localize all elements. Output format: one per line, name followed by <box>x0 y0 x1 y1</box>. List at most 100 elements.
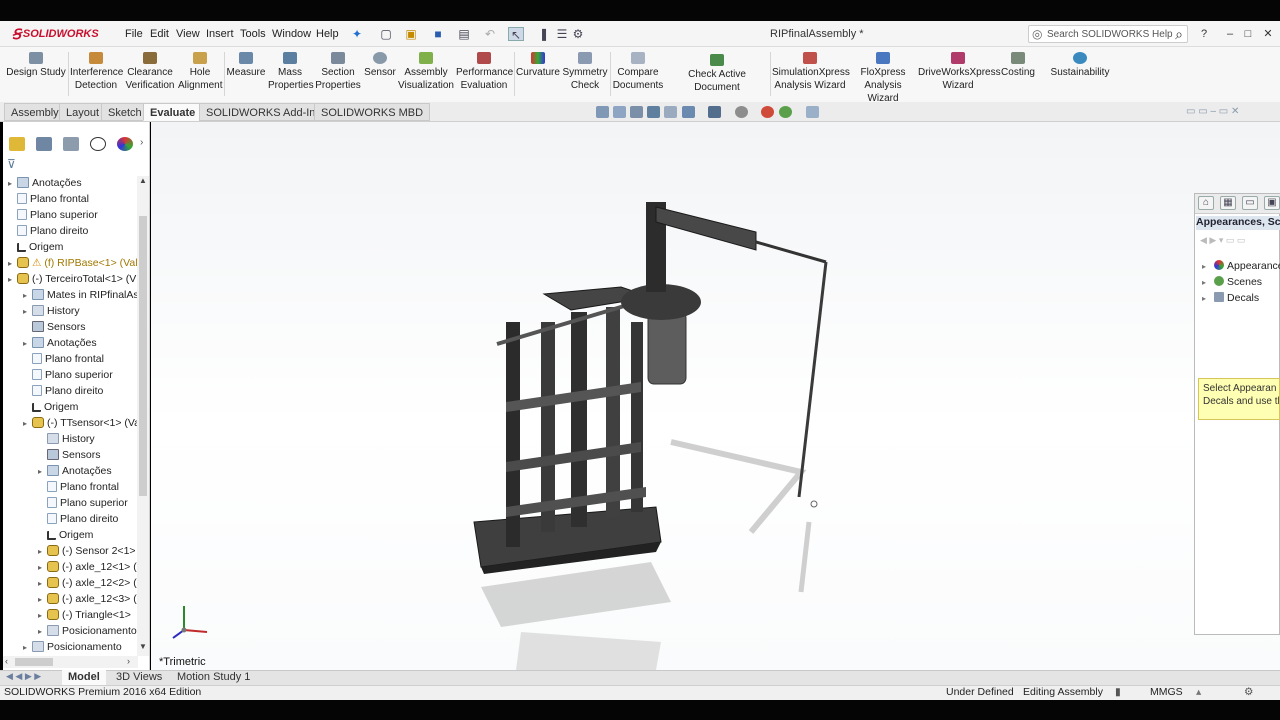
tab-sketch[interactable]: Sketch <box>101 103 149 121</box>
assembly-visualization-button[interactable]: Assembly Visualization <box>398 52 454 92</box>
tree-item[interactable]: History <box>38 431 137 447</box>
costing-button[interactable]: Costing <box>1000 52 1036 79</box>
minimize-button[interactable]: – <box>1222 27 1238 41</box>
expand-arrow-icon[interactable]: ▸ <box>38 592 47 607</box>
solidworks-logo[interactable]: Ꞩ SOLIDWORKS <box>12 24 108 44</box>
expand-arrow-icon[interactable]: ▸ <box>23 336 32 351</box>
menu-view[interactable]: View <box>176 28 200 40</box>
sensor-button[interactable]: Sensor <box>364 52 396 79</box>
menu-edit[interactable]: Edit <box>150 28 169 40</box>
performance-evaluation-button[interactable]: Performance Evaluation <box>456 52 513 92</box>
property-manager-tab-icon[interactable] <box>36 137 52 151</box>
menu-file[interactable]: File <box>125 28 143 40</box>
display-manager-tab-icon[interactable] <box>117 137 133 151</box>
section-properties-button[interactable]: Section Properties <box>314 52 362 92</box>
edit-appearance-icon[interactable] <box>761 106 774 118</box>
task-pane-item-decals[interactable]: ▸ Decals <box>1202 292 1259 304</box>
print-icon[interactable]: ▤ <box>456 27 472 41</box>
scroll-down-icon[interactable]: ▼ <box>139 642 147 651</box>
new-document-icon[interactable]: ▢ <box>378 27 394 41</box>
tree-item[interactable]: Plano frontal <box>8 191 137 207</box>
expand-arrow-icon[interactable]: ▸ <box>1202 294 1206 303</box>
apply-scene-icon[interactable] <box>779 106 792 118</box>
symmetry-check-button[interactable]: Symmetry Check <box>562 52 608 92</box>
tab-motion-study-1[interactable]: Motion Study 1 <box>171 670 256 685</box>
task-pane-item-scenes[interactable]: ▸ Scenes <box>1202 276 1262 288</box>
measure-button[interactable]: Measure <box>226 52 266 79</box>
tree-item[interactable]: ▸ Anotações <box>23 335 137 351</box>
expand-arrow-icon[interactable]: ▸ <box>38 624 47 639</box>
compare-documents-button[interactable]: Compare Documents <box>612 52 664 92</box>
menu-help[interactable]: Help <box>316 28 339 40</box>
tree-item[interactable]: ▸ Anotações <box>8 175 137 191</box>
tree-item[interactable]: ▸ (-) axle_12<3> ( <box>38 591 137 607</box>
feature-manager-tab-icon[interactable] <box>9 137 25 151</box>
expand-arrow-icon[interactable]: ▸ <box>1202 262 1206 271</box>
open-folder-icon[interactable]: ▣ <box>403 27 419 41</box>
expand-arrow-icon[interactable]: ▸ <box>23 640 32 655</box>
previous-view-icon[interactable] <box>630 106 643 118</box>
tree-item[interactable]: Sensors <box>23 319 137 335</box>
rebuild-icon[interactable]: ❚ <box>536 27 552 41</box>
options-gear-icon[interactable]: ⚙ <box>570 27 586 41</box>
expand-arrow-icon[interactable]: ▸ <box>38 464 47 479</box>
hole-alignment-button[interactable]: Hole Alignment <box>178 52 222 92</box>
select-arrow-icon[interactable]: ↖ <box>508 27 524 42</box>
expand-arrow-icon[interactable]: ▸ <box>23 288 32 303</box>
search-icon[interactable]: ⌕ <box>1175 26 1183 43</box>
curvature-button[interactable]: Curvature <box>516 52 560 79</box>
tab-model[interactable]: Model <box>62 670 106 685</box>
tree-item[interactable]: ▸ Anotações <box>38 463 137 479</box>
tree-item[interactable]: ▸ (-) Triangle<1> <box>38 607 137 623</box>
dynamic-annotation-icon[interactable] <box>664 106 677 118</box>
tree-vertical-scrollbar[interactable]: ▲ ▼ <box>137 176 149 656</box>
sustainability-button[interactable]: Sustainability <box>1050 52 1110 79</box>
graphics-viewport[interactable]: *Trimetric <box>151 122 1280 670</box>
mass-properties-button[interactable]: Mass Properties <box>268 52 314 92</box>
tree-item[interactable]: Plano direito <box>38 511 137 527</box>
maximize-button[interactable]: □ <box>1240 27 1256 41</box>
check-active-document-button[interactable]: Check Active Document <box>666 54 768 94</box>
section-view-icon[interactable] <box>647 106 660 118</box>
tab-assembly[interactable]: Assembly <box>4 103 66 121</box>
tab-layout[interactable]: Layout <box>59 103 107 121</box>
simulationxpress-button[interactable]: SimulationXpress Analysis Wizard <box>772 52 850 92</box>
tab-3d-views[interactable]: 3D Views <box>110 670 168 685</box>
close-button[interactable]: ✕ <box>1260 27 1276 41</box>
menu-insert[interactable]: Insert <box>206 28 234 40</box>
help-question-icon[interactable]: ? <box>1196 27 1212 41</box>
tree-item[interactable]: Sensors <box>38 447 137 463</box>
driveworksxpress-button[interactable]: DriveWorksXpress Wizard <box>918 52 1001 92</box>
save-icon[interactable]: ■ <box>430 27 446 41</box>
view-settings-icon[interactable] <box>806 106 819 118</box>
scroll-thumb[interactable] <box>139 216 147 496</box>
expand-arrow-icon[interactable]: ▸ <box>8 256 17 271</box>
chevron-right-icon[interactable]: › <box>140 137 143 148</box>
status-options-icon[interactable]: ⚙ <box>1244 686 1253 699</box>
interference-detection-button[interactable]: Interference Detection <box>70 52 123 92</box>
tab-solidworks-addins[interactable]: SOLIDWORKS Add-Ins <box>199 103 328 121</box>
tree-item[interactable]: ▸ Posicionamento <box>38 623 137 639</box>
expand-arrow-icon[interactable]: ▸ <box>8 272 17 287</box>
scroll-up-icon[interactable]: ▲ <box>139 176 147 185</box>
zoom-to-fit-icon[interactable] <box>596 106 609 118</box>
home-icon[interactable]: ⌂ <box>1198 196 1214 210</box>
expand-arrow-icon[interactable]: ▸ <box>38 560 47 575</box>
pin-icon[interactable]: ✦ <box>349 27 365 41</box>
tree-item[interactable]: Plano superior <box>38 495 137 511</box>
view-orientation-icon[interactable] <box>682 106 695 118</box>
tree-item[interactable]: Plano frontal <box>23 351 137 367</box>
view-palette-icon[interactable]: ▣ <box>1264 196 1280 210</box>
tree-item[interactable]: Origem <box>38 527 137 543</box>
hide-show-items-icon[interactable] <box>735 106 748 118</box>
tree-item[interactable]: Plano direito <box>8 223 137 239</box>
tab-solidworks-mbd[interactable]: SOLIDWORKS MBD <box>314 103 431 121</box>
design-library-icon[interactable]: ▦ <box>1220 196 1236 210</box>
undo-icon[interactable]: ↶ <box>482 27 498 41</box>
display-style-icon[interactable] <box>708 106 721 118</box>
tab-evaluate[interactable]: Evaluate <box>143 103 203 121</box>
scroll-right-icon[interactable]: › <box>127 656 130 666</box>
expand-arrow-icon[interactable]: ▸ <box>8 176 17 191</box>
tree-item[interactable]: Plano frontal <box>38 479 137 495</box>
tree-item[interactable]: Plano superior <box>23 367 137 383</box>
